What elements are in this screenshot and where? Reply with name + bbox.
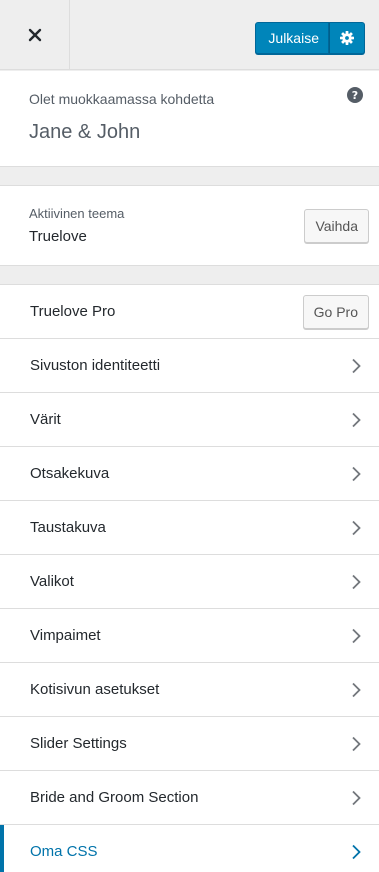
section-label: Otsakekuva: [30, 465, 110, 482]
section-label: Taustakuva: [30, 519, 106, 536]
customizer-sections: Truelove Pro Go Pro Sivuston identiteett…: [0, 285, 379, 872]
active-theme-label: Aktiivinen teema: [29, 206, 125, 221]
section-label: Oma CSS: [30, 843, 98, 860]
close-button[interactable]: [0, 0, 70, 70]
active-theme-panel: Aktiivinen teema Truelove Vaihda: [0, 186, 379, 265]
section-bride-and-groom[interactable]: Bride and Groom Section: [0, 771, 379, 825]
chevron-right-icon: [352, 682, 361, 698]
section-menus[interactable]: Valikot: [0, 555, 379, 609]
chevron-right-icon: [352, 628, 361, 644]
section-site-identity[interactable]: Sivuston identiteetti: [0, 339, 379, 393]
section-label: Vimpaimet: [30, 627, 101, 644]
section-widgets[interactable]: Vimpaimet: [0, 609, 379, 663]
change-theme-button[interactable]: Vaihda: [304, 209, 369, 243]
section-homepage-settings[interactable]: Kotisivun asetukset: [0, 663, 379, 717]
section-divider: [0, 166, 379, 186]
section-divider: [0, 265, 379, 285]
site-title: Jane & John: [29, 121, 141, 143]
section-background-image[interactable]: Taustakuva: [0, 501, 379, 555]
section-label: Valikot: [30, 573, 74, 590]
chevron-right-icon: [352, 358, 361, 374]
gear-icon: [340, 31, 354, 45]
svg-text:?: ?: [352, 89, 358, 102]
section-label: Bride and Groom Section: [30, 789, 199, 806]
section-label: Sivuston identiteetti: [30, 357, 161, 374]
customizer-header: Julkaise: [0, 0, 379, 70]
publish-settings-button[interactable]: [329, 22, 365, 54]
section-label: Slider Settings: [30, 735, 127, 752]
section-label: Värit: [30, 411, 61, 428]
publish-button-group: Julkaise: [255, 22, 365, 54]
customizer-info: Olet muokkaamassa kohdetta Jane & John ?: [0, 71, 379, 166]
go-pro-button[interactable]: Go Pro: [302, 295, 369, 329]
publish-button[interactable]: Julkaise: [255, 22, 329, 54]
section-custom-css[interactable]: Oma CSS: [0, 825, 379, 872]
help-icon[interactable]: ?: [347, 87, 363, 103]
chevron-right-icon: [352, 736, 361, 752]
chevron-right-icon: [352, 790, 361, 806]
section-colors[interactable]: Värit: [0, 393, 379, 447]
active-theme-name: Truelove: [29, 228, 87, 245]
chevron-right-icon: [352, 520, 361, 536]
chevron-right-icon: [352, 412, 361, 428]
editing-label: Olet muokkaamassa kohdetta: [29, 91, 215, 107]
section-label: Kotisivun asetukset: [30, 681, 160, 698]
section-truelove-pro: Truelove Pro Go Pro: [0, 285, 379, 339]
close-icon: [28, 28, 41, 42]
chevron-right-icon: [352, 466, 361, 482]
section-label: Truelove Pro: [30, 303, 116, 320]
chevron-right-icon: [352, 844, 361, 860]
chevron-right-icon: [352, 574, 361, 590]
section-slider-settings[interactable]: Slider Settings: [0, 717, 379, 771]
section-header-image[interactable]: Otsakekuva: [0, 447, 379, 501]
